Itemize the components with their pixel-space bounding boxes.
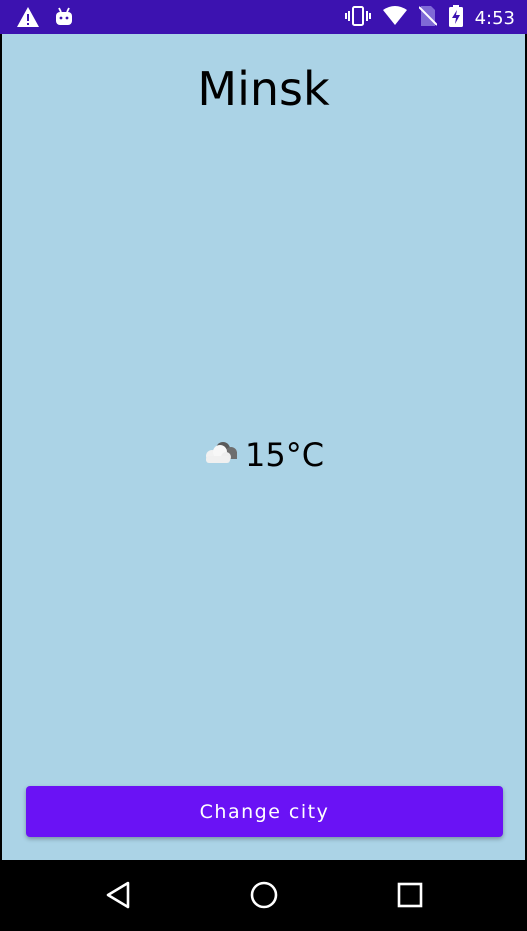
no-sim-icon [417, 5, 438, 31]
status-left-icons [16, 6, 74, 32]
status-right-icons: 4:53 [344, 5, 515, 31]
navigation-bar [0, 860, 527, 931]
change-city-button[interactable]: Change city [26, 786, 503, 837]
status-clock: 4:53 [474, 7, 515, 29]
weather-screen: Minsk 15°C Change city [2, 34, 525, 860]
home-icon[interactable] [249, 880, 279, 914]
temperature: 15°C [244, 436, 325, 474]
city-name: Minsk [197, 62, 330, 116]
battery-charging-icon [448, 5, 463, 31]
back-icon[interactable] [104, 880, 132, 914]
wifi-icon [382, 6, 407, 30]
warning-icon [16, 6, 40, 32]
status-bar: 4:53 [0, 0, 527, 34]
weather-summary: 15°C [2, 436, 525, 474]
android-debug-icon [54, 7, 74, 31]
recents-icon[interactable] [396, 880, 424, 914]
cloud-icon [203, 440, 239, 470]
vibrate-icon [344, 6, 371, 30]
